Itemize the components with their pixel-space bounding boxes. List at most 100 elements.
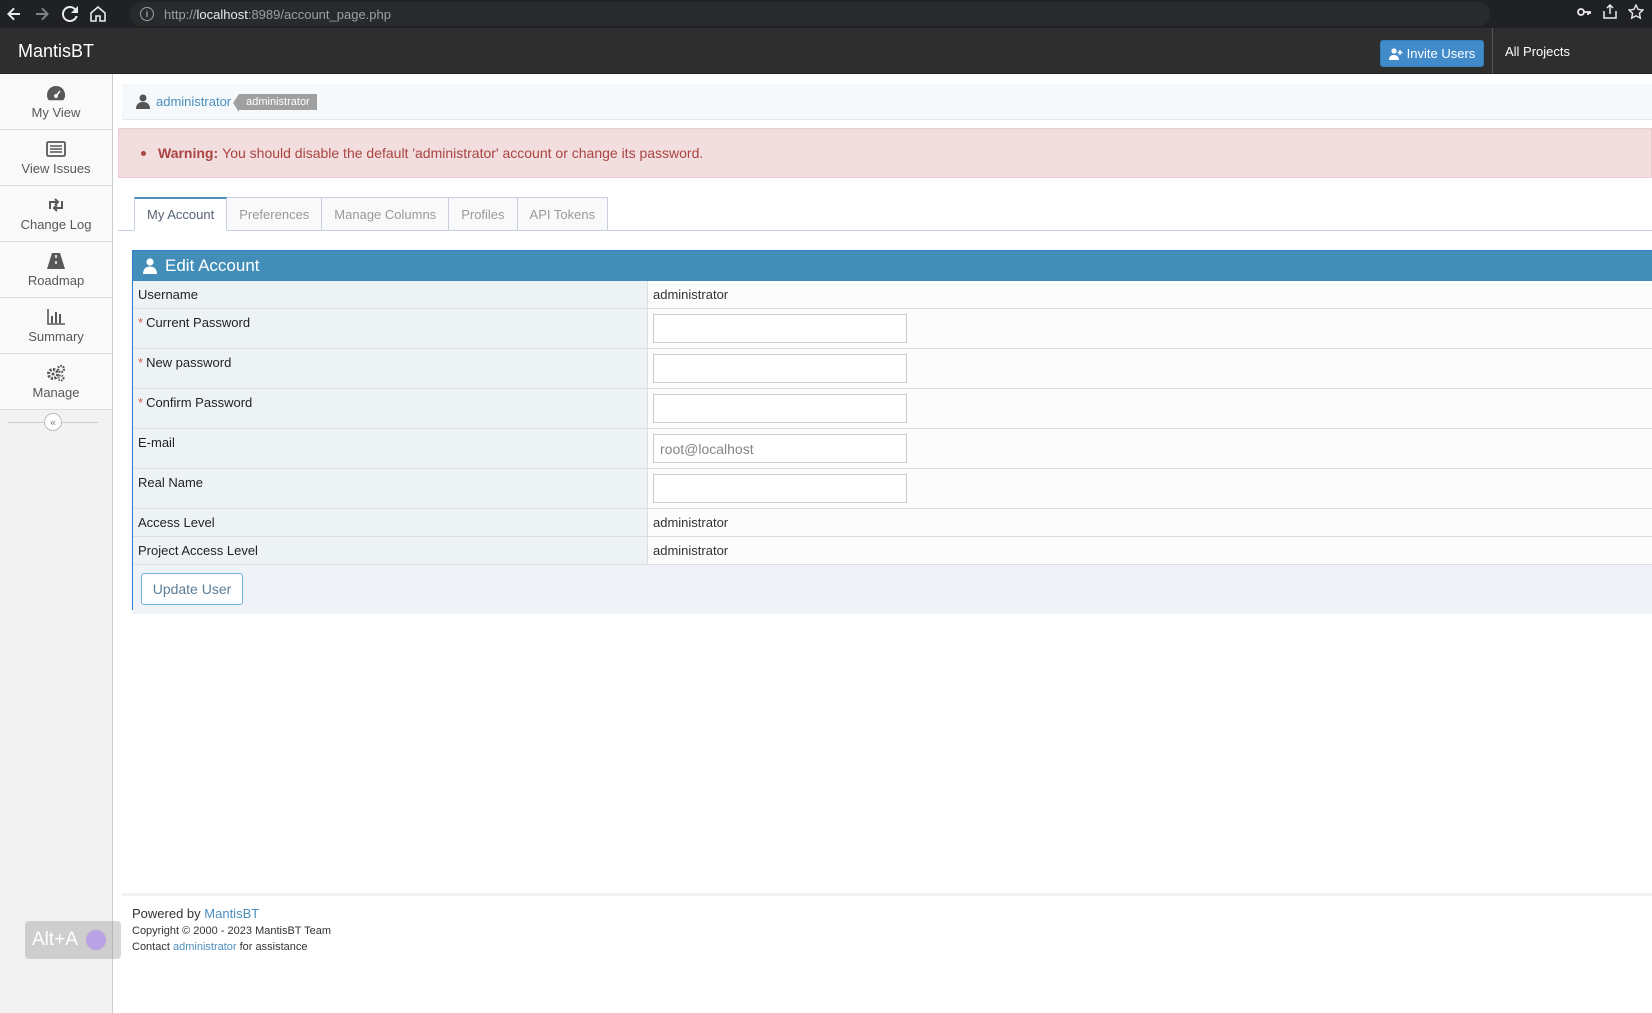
sidebar-item-label: My View [31,104,81,120]
panel-title: Edit Account [165,256,260,275]
project-access-label: Project Access Level [133,537,648,564]
sidebar-item-change-log[interactable]: Change Log [0,186,112,242]
confirm-password-input[interactable] [653,394,907,423]
warning-message: You should disable the default 'administ… [222,145,704,161]
copyright: Copyright © 2000 - 2023 MantisBT Team [132,925,332,937]
panel-header: Edit Account [133,251,1652,281]
required-marker: * [138,395,144,410]
new-password-label: * New password [133,349,648,388]
username-value: administrator [648,281,1652,308]
assistant-icon [85,930,106,950]
email-cell [648,429,1652,468]
account-tabs: My Account Preferences Manage Columns Pr… [134,197,609,231]
new-password-text: New password [146,355,232,370]
user-icon [143,258,157,274]
real-name-row: Real Name [133,469,1652,509]
update-user-button[interactable]: Update User [141,573,243,605]
real-name-label: Real Name [133,469,648,508]
contact-admin-link[interactable]: administrator [173,941,237,953]
back-arrow-icon[interactable] [0,0,28,28]
gears-icon [47,364,66,381]
project-access-row: Project Access Level administrator [133,537,1652,565]
project-selector[interactable]: All Projects [1492,28,1570,74]
sidebar-collapse: « [0,410,112,434]
browser-toolbar: i http://localhost:8989/account_page.php [0,0,1652,28]
sidebar-item-view-issues[interactable]: View Issues [0,130,112,186]
user-plus-icon [1388,47,1403,60]
sidebar-item-summary[interactable]: Summary [0,298,112,354]
page-footer: Powered by MantisBT Copyright © 2000 - 2… [132,906,331,953]
site-info-icon[interactable]: i [140,7,154,21]
sidebar: My View View Issues Change Log Roadmap S… [0,74,113,1013]
key-icon[interactable] [1576,4,1592,24]
address-bar[interactable]: i http://localhost:8989/account_page.php [130,2,1490,26]
browser-actions [1576,0,1652,28]
app-navbar: MantisBT Invite Users All Projects [0,28,1652,74]
breadcrumb: administrator administrator [122,84,1652,120]
tab-manage-columns[interactable]: Manage Columns [322,197,450,231]
invite-users-label: Invite Users [1406,46,1476,61]
home-icon[interactable] [84,0,112,28]
url-path: :8989/account_page.php [247,6,391,22]
real-name-cell [648,469,1652,508]
brand-logo[interactable]: MantisBT [18,41,94,62]
email-label: E-mail [133,429,648,468]
username-label: Username [133,281,648,308]
breadcrumb-user-link[interactable]: administrator [156,94,231,109]
panel-footer: Update User [133,565,1652,614]
powered-by-text: Powered by [132,906,201,921]
shortcut-label: Alt+A [32,929,78,950]
real-name-input[interactable] [653,474,907,503]
road-icon [47,252,65,269]
sidebar-item-manage[interactable]: Manage [0,354,112,410]
tab-preferences[interactable]: Preferences [227,197,323,231]
username-row: Username administrator [133,281,1652,309]
url-prefix: http:// [164,6,197,22]
current-password-row: * Current Password [133,309,1652,349]
tab-profiles[interactable]: Profiles [449,197,518,231]
collapse-sidebar-icon[interactable]: « [44,413,62,431]
contact-suffix: for assistance [239,941,308,953]
sidebar-item-label: Summary [28,328,84,344]
invite-users-button[interactable]: Invite Users [1380,40,1484,67]
sidebar-item-label: Manage [32,384,80,400]
access-level-label: Access Level [133,509,648,536]
tab-api-tokens[interactable]: API Tokens [517,197,609,231]
retweet-icon [49,197,63,212]
sidebar-item-label: View Issues [21,160,91,176]
contact-prefix: Contact [132,941,170,953]
new-password-input[interactable] [653,354,907,383]
powered-by: Powered by MantisBT [132,906,331,921]
star-icon[interactable] [1627,3,1645,24]
edit-account-panel: Edit Account Username administrator * Cur… [132,250,1652,614]
sidebar-item-label: Roadmap [27,272,85,288]
required-marker: * [138,355,144,370]
sidebar-item-roadmap[interactable]: Roadmap [0,242,112,298]
project-access-value: administrator [648,537,1652,564]
warning-label: Warning: [158,145,219,161]
current-password-input[interactable] [653,314,907,343]
confirm-password-cell [648,389,1652,428]
email-field[interactable] [653,434,907,463]
current-password-label: * Current Password [133,309,648,348]
forward-arrow-icon[interactable] [28,0,56,28]
bar-chart-icon [47,308,65,325]
reload-icon[interactable] [56,0,84,28]
access-level-value: administrator [648,509,1652,536]
email-row: E-mail [133,429,1652,469]
confirm-password-label: * Confirm Password [133,389,648,428]
new-password-row: * New password [133,349,1652,389]
confirm-password-row: * Confirm Password [133,389,1652,429]
access-level-badge: administrator [233,93,317,112]
tab-my-account[interactable]: My Account [134,197,228,231]
screenshot-shortcut-overlay[interactable]: Alt+A [25,921,121,959]
contact-line: Contact administrator for assistance [132,941,331,953]
list-icon [46,140,66,157]
sidebar-item-my-view[interactable]: My View [0,74,112,130]
access-level-row: Access Level administrator [133,509,1652,537]
current-password-cell [648,309,1652,348]
current-password-text: Current Password [146,315,251,330]
mantisbt-link[interactable]: MantisBT [204,906,259,921]
required-marker: * [138,315,144,330]
share-icon[interactable] [1602,3,1618,24]
